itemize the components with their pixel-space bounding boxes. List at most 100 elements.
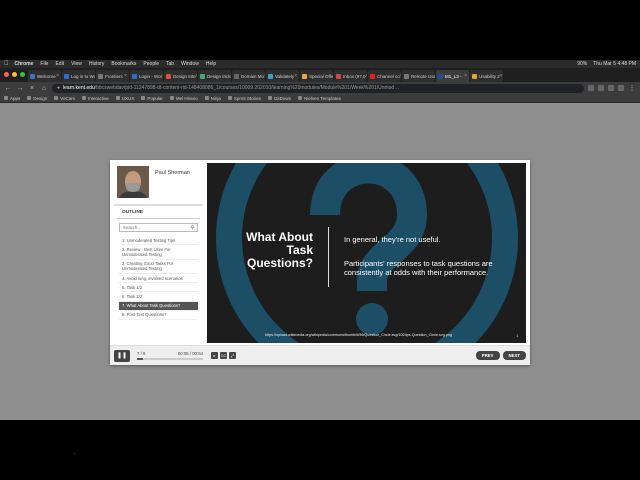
apple-icon[interactable]:  xyxy=(4,61,9,67)
browser-tab[interactable]: Domain Mo× xyxy=(232,70,265,82)
star-icon[interactable] xyxy=(588,85,594,91)
close-tab-icon[interactable]: × xyxy=(400,73,401,79)
close-window-button[interactable] xyxy=(4,72,9,77)
menu-help[interactable]: Help xyxy=(206,61,216,67)
bookmark-item[interactable]: Sprint Stories xyxy=(227,96,261,101)
fullscreen-button[interactable]: ⤢ xyxy=(229,352,236,359)
player-controls: ❚❚ 7 / 8 00:05 / 00:54 ▸ CC ⤢ PREV NEXT xyxy=(110,345,530,365)
minimize-window-button[interactable] xyxy=(12,72,17,77)
bookmark-item[interactable]: Ninja xyxy=(204,96,221,101)
browser-tab[interactable]: Frontiers × xyxy=(96,70,129,82)
menu-window[interactable]: Window xyxy=(181,61,199,67)
extension-icon[interactable] xyxy=(608,85,614,91)
outline-item[interactable]: 6. Task 2/2 xyxy=(119,292,198,302)
browser-tab[interactable]: Usability 2 × xyxy=(470,70,503,82)
slide-text-2: Participants' responses to task question… xyxy=(344,259,493,277)
battery-status[interactable]: 90% xyxy=(577,61,587,67)
outline-item[interactable]: 4. Avoid long, involved scenarios xyxy=(119,274,198,284)
outline-item[interactable]: 5. Task 1/2 xyxy=(119,283,198,293)
bookmark-item[interactable]: Design xyxy=(27,96,47,101)
browser-tab[interactable]: Inbox (97,0 × xyxy=(334,70,367,82)
browser-tab[interactable]: M1_L3 - × xyxy=(436,70,469,82)
captions-button[interactable]: CC xyxy=(220,352,227,359)
bookmark-item[interactable]: Apps xyxy=(4,96,20,101)
browser-tab[interactable]: Design tricks × xyxy=(198,70,231,82)
bookmark-icon xyxy=(54,96,59,100)
close-tab-icon[interactable]: × xyxy=(124,73,127,79)
timeline[interactable]: 7 / 8 00:05 / 00:54 xyxy=(137,350,203,362)
bookmark-icon xyxy=(298,96,303,100)
home-icon[interactable]: ⌂ xyxy=(40,85,48,92)
menu-people[interactable]: People xyxy=(143,61,159,67)
progress-track[interactable] xyxy=(137,357,203,360)
menu-bookmarks[interactable]: Bookmarks xyxy=(111,61,136,67)
close-tab-icon[interactable]: × xyxy=(56,73,59,79)
next-button[interactable]: NEXT xyxy=(502,351,526,360)
outline-item[interactable]: 3. Creating Good Tasks For Unmoderated T… xyxy=(119,260,198,275)
outline-item[interactable]: 1. Unmoderated Testing Tips xyxy=(119,236,198,246)
extension-icon[interactable] xyxy=(598,85,604,91)
outline-item[interactable]: 7. What About Task Questions? xyxy=(119,301,198,311)
menu-file[interactable]: File xyxy=(40,61,48,67)
volume-button[interactable]: ▸ xyxy=(211,352,218,359)
bookmark-item[interactable]: VoCam xyxy=(54,96,75,101)
bookmark-item[interactable]: Interactive xyxy=(82,96,109,101)
close-tab-icon[interactable]: × xyxy=(500,73,503,79)
close-tab-icon[interactable]: × xyxy=(264,73,265,79)
browser-tab[interactable]: Channel co× xyxy=(368,70,401,82)
browser-tab[interactable]: Welcome × xyxy=(28,70,61,82)
close-tab-icon[interactable]: × xyxy=(464,73,467,79)
maximize-window-button[interactable] xyxy=(20,72,25,77)
close-icon[interactable]: × xyxy=(28,85,36,92)
tab-label: Design Inte xyxy=(173,73,196,79)
bookmark-label: VoCam xyxy=(60,95,76,101)
bookmark-icon xyxy=(267,96,272,100)
address-bar[interactable]: ● learn.kent.edu /bbcswebdav/pid-1124789… xyxy=(52,83,584,93)
outline-heading: OUTLINE xyxy=(117,206,200,219)
browser-tab[interactable]: Validately × xyxy=(266,70,299,82)
browser-tab[interactable]: Remote Usa × xyxy=(402,70,435,82)
menu-history[interactable]: History xyxy=(89,61,105,67)
slide-divider xyxy=(328,227,329,287)
bookmark-item[interactable]: Mel Hirano xyxy=(169,96,198,101)
browser-tab[interactable]: Log in to Wo× xyxy=(62,70,95,82)
pause-button[interactable]: ❚❚ xyxy=(114,349,130,362)
menu-app-name[interactable]: Chrome xyxy=(15,61,34,67)
close-tab-icon[interactable]: × xyxy=(366,73,367,79)
bookmark-item[interactable]: GitDown xyxy=(267,96,291,101)
slide-counter: 7 / 8 xyxy=(137,350,146,356)
bookmark-icon xyxy=(4,96,8,100)
screen:  Chrome File Edit View History Bookmark… xyxy=(0,0,640,480)
profile-icon[interactable] xyxy=(618,85,624,91)
menu-edit[interactable]: Edit xyxy=(55,61,64,67)
menu-tab[interactable]: Tab xyxy=(166,61,174,67)
player-option-buttons: ▸ CC ⤢ xyxy=(209,352,236,359)
tab-label: Channel co xyxy=(377,73,400,79)
browser-tab[interactable]: Login - Wor× xyxy=(130,70,163,82)
bookmark-item[interactable]: Popular xyxy=(141,96,163,101)
close-tab-icon[interactable]: × xyxy=(196,73,197,79)
image-credit-link[interactable]: https://upload.wikimedia.org/wikipedia/c… xyxy=(265,333,452,337)
search-icon[interactable]: ⚲ xyxy=(190,225,194,231)
back-arrow-icon[interactable]: ← xyxy=(4,85,12,92)
mouse-cursor xyxy=(71,449,77,456)
favicon-icon xyxy=(64,73,69,79)
prev-button[interactable]: PREV xyxy=(475,351,500,360)
elapsed-time: 00:05 / 00:54 xyxy=(177,350,203,356)
bookmark-item[interactable]: Nielsen Templates xyxy=(298,96,341,101)
menu-kebab-icon[interactable]: ⋮ xyxy=(628,84,636,92)
tab-label: Inbox (97,0 xyxy=(343,73,366,79)
browser-tab[interactable]: Special Offe× xyxy=(300,70,333,82)
outline-item[interactable]: 8. Post-Test Questions? xyxy=(119,311,198,321)
close-tab-icon[interactable]: × xyxy=(294,73,297,79)
url-path: /bbcswebdav/pid-11247898-dt-content-rid-… xyxy=(94,85,400,91)
outline-search-input[interactable]: Search... ⚲ xyxy=(119,223,198,232)
favicon-icon xyxy=(166,73,171,79)
menu-view[interactable]: View xyxy=(71,61,82,67)
browser-tab[interactable]: Design Inte× xyxy=(164,70,197,82)
menubar-clock[interactable]: Thu Mar 5 4:48 PM xyxy=(593,61,636,67)
bookmark-item[interactable]: UXUX xyxy=(115,96,134,101)
outline-item[interactable]: 2. Review - Best Uses For Unmoderated Te… xyxy=(119,245,198,260)
close-tab-icon[interactable]: × xyxy=(162,73,163,79)
forward-arrow-icon[interactable]: → xyxy=(16,85,24,92)
